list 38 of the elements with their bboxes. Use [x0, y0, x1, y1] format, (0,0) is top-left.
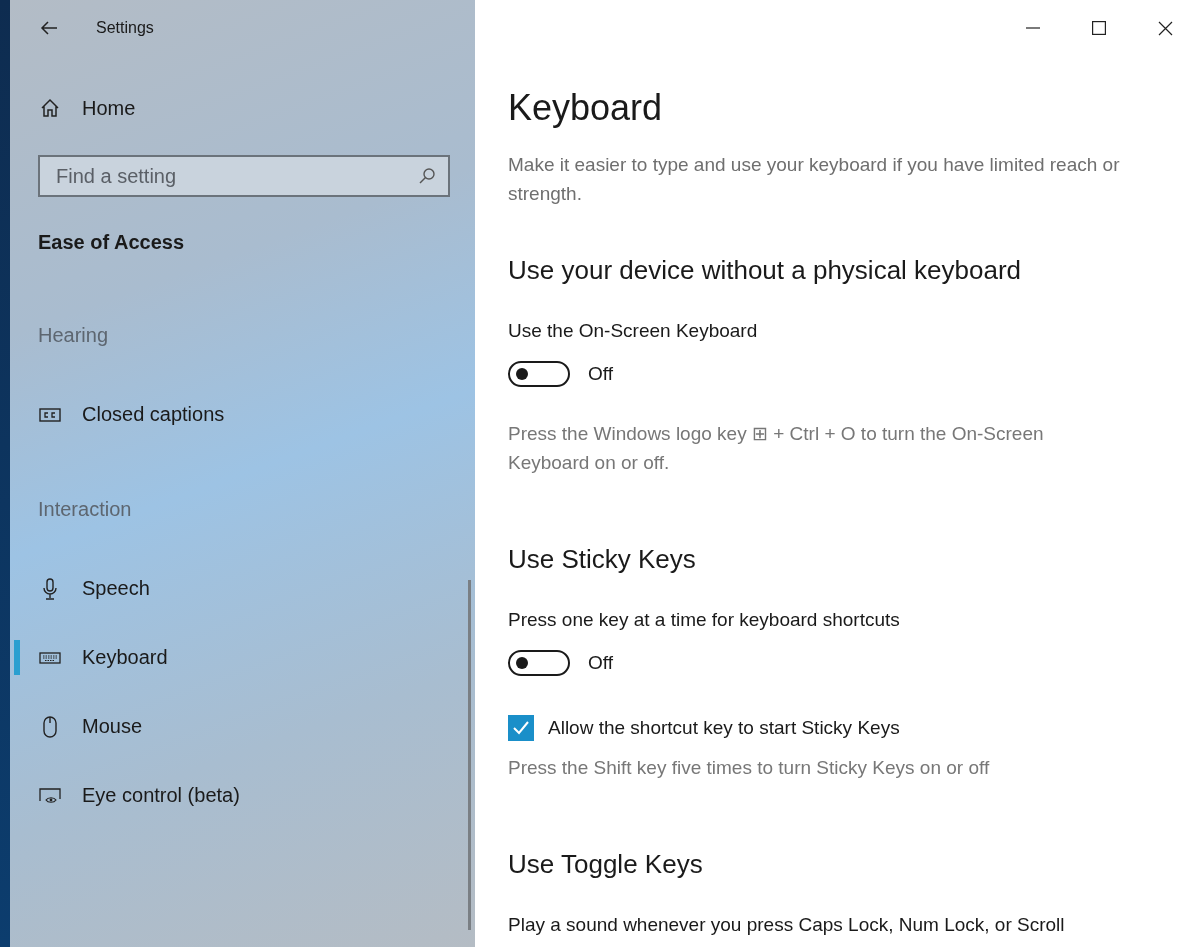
- toggle-switch[interactable]: [508, 361, 570, 387]
- search-input[interactable]: Find a setting: [54, 163, 418, 189]
- captions-icon: [38, 407, 62, 422]
- maximize-icon: [1092, 21, 1106, 35]
- section-heading: Use your device without a physical keyboard: [508, 254, 1023, 287]
- checkbox-label: Allow the shortcut key to start Sticky Keys: [548, 717, 900, 739]
- minimize-icon: [1026, 27, 1040, 29]
- setting-label: Play a sound whenever you press Caps Lock, Num Lock, or Scroll: [508, 913, 1066, 937]
- nav-item[interactable]: Speech: [10, 554, 475, 623]
- toggle-state: Off: [588, 652, 613, 674]
- keyboard-icon: [38, 651, 62, 664]
- group-label: Hearing: [38, 323, 110, 348]
- checkbox[interactable]: [508, 715, 534, 741]
- nav-item[interactable]: Mouse: [10, 692, 475, 761]
- hint-text: Press the Windows logo key ⊞ + Ctrl + O to turn the On-Screen Keyboard on or off.: [508, 422, 1045, 475]
- search-icon: [418, 167, 436, 185]
- eye-monitor-icon: [38, 786, 62, 805]
- nav-item[interactable]: Eye control (beta): [10, 761, 475, 830]
- close-icon: [1157, 20, 1173, 36]
- section-heading: Use Toggle Keys: [508, 848, 704, 881]
- hint-text: Press the Shift key five times to turn Sticky Keys on or off: [508, 756, 991, 780]
- group-label: Interaction: [38, 497, 133, 522]
- nav-item[interactable]: Keyboard: [10, 623, 475, 692]
- section-heading: Use Sticky Keys: [508, 543, 697, 576]
- section-title: Ease of Access: [38, 230, 185, 255]
- back-arrow-icon[interactable]: [40, 21, 58, 35]
- window-title: Settings: [96, 19, 154, 37]
- page-title: Keyboard: [508, 86, 664, 130]
- nav-item[interactable]: Closed captions: [10, 380, 475, 449]
- scrollbar[interactable]: [468, 580, 471, 930]
- page-description: Make it easier to type and use your keyboard if you have limited reach or strength.: [508, 153, 1121, 206]
- toggle-state: Off: [588, 363, 613, 385]
- toggle-switch[interactable]: [508, 650, 570, 676]
- home-link[interactable]: Home: [10, 88, 475, 128]
- setting-label: Use the On-Screen Keyboard: [508, 319, 759, 343]
- selection-indicator: [14, 640, 20, 675]
- setting-label: Press one key at a time for keyboard shortcuts: [508, 608, 901, 632]
- search-field[interactable]: Find a setting: [38, 155, 450, 197]
